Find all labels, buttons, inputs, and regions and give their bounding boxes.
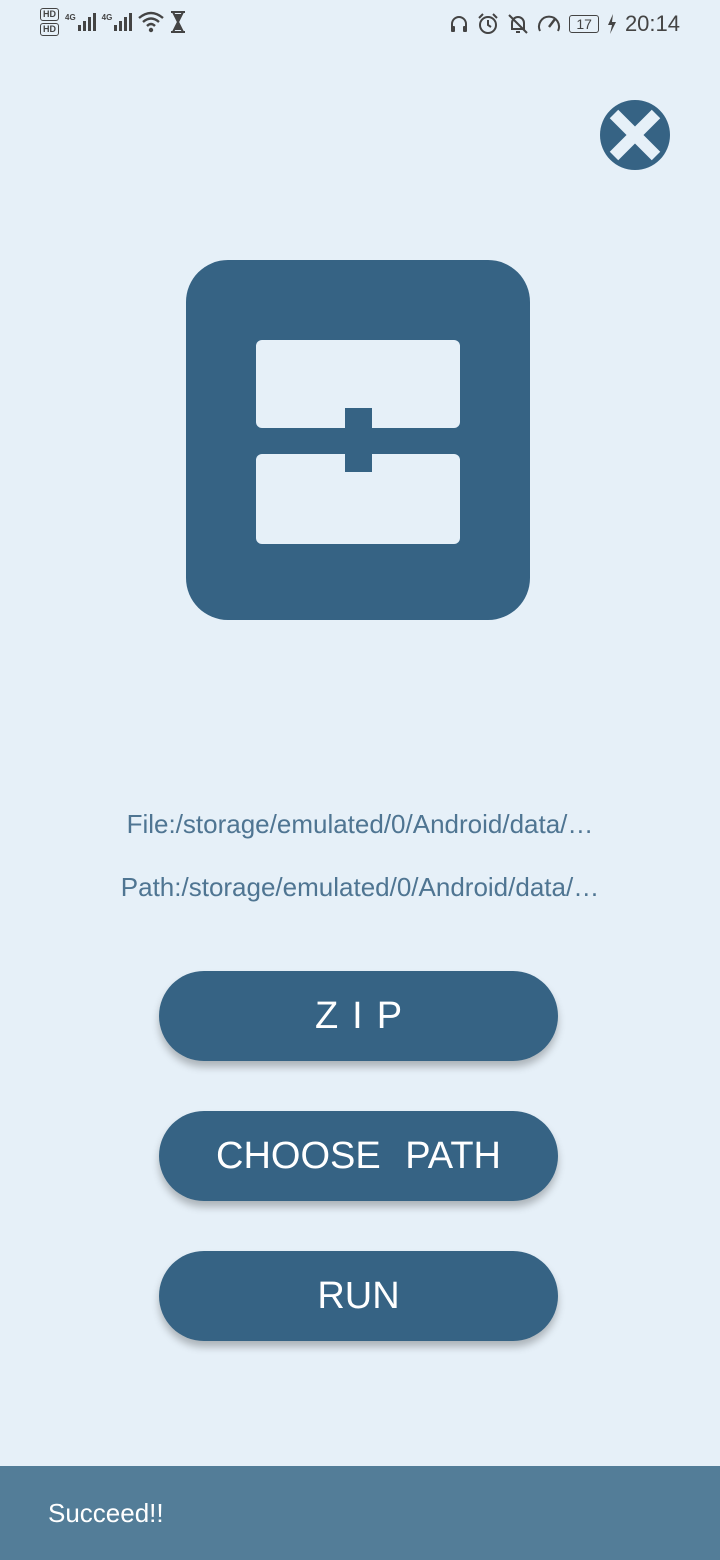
app-logo (186, 260, 530, 620)
hd-2-icon: HD (40, 23, 59, 36)
zip-button[interactable]: ZIP (159, 971, 558, 1061)
hd-indicators: HD HD (40, 8, 59, 36)
output-path-text: Path:/storage/emulated/0/Android/data/… (120, 872, 600, 902)
status-bar: HD HD 4G 4G 17 20:14 (0, 0, 720, 52)
charging-icon (607, 14, 616, 34)
hd-1-icon: HD (40, 8, 59, 21)
close-button[interactable] (600, 100, 670, 170)
wifi-icon (138, 11, 165, 33)
signal-4g-1-icon: 4G (65, 13, 96, 31)
network-type-label: 4G (65, 13, 76, 22)
alarm-icon (478, 13, 499, 34)
run-button[interactable]: RUN (159, 1251, 558, 1341)
choose-path-button[interactable]: CHOOSE PATH (159, 1111, 558, 1201)
bell-off-icon (508, 14, 529, 34)
app-logo-icon (256, 340, 460, 544)
status-bar-right: 17 20:14 (449, 11, 680, 37)
hourglass-icon (171, 11, 186, 33)
file-path-text: File:/storage/emulated/0/Android/data/… (126, 809, 594, 839)
battery-icon: 17 (569, 15, 599, 33)
close-icon (609, 109, 661, 161)
headset-icon (451, 16, 468, 32)
snackbar: Succeed!! (0, 1466, 720, 1560)
speed-icon (538, 15, 561, 32)
signal-4g-2-icon: 4G (102, 13, 133, 31)
snackbar-message: Succeed!! (48, 1497, 164, 1528)
network-type-label: 4G (101, 13, 113, 22)
status-bar-left: HD HD 4G 4G (40, 8, 186, 36)
clock: 20:14 (624, 11, 680, 36)
